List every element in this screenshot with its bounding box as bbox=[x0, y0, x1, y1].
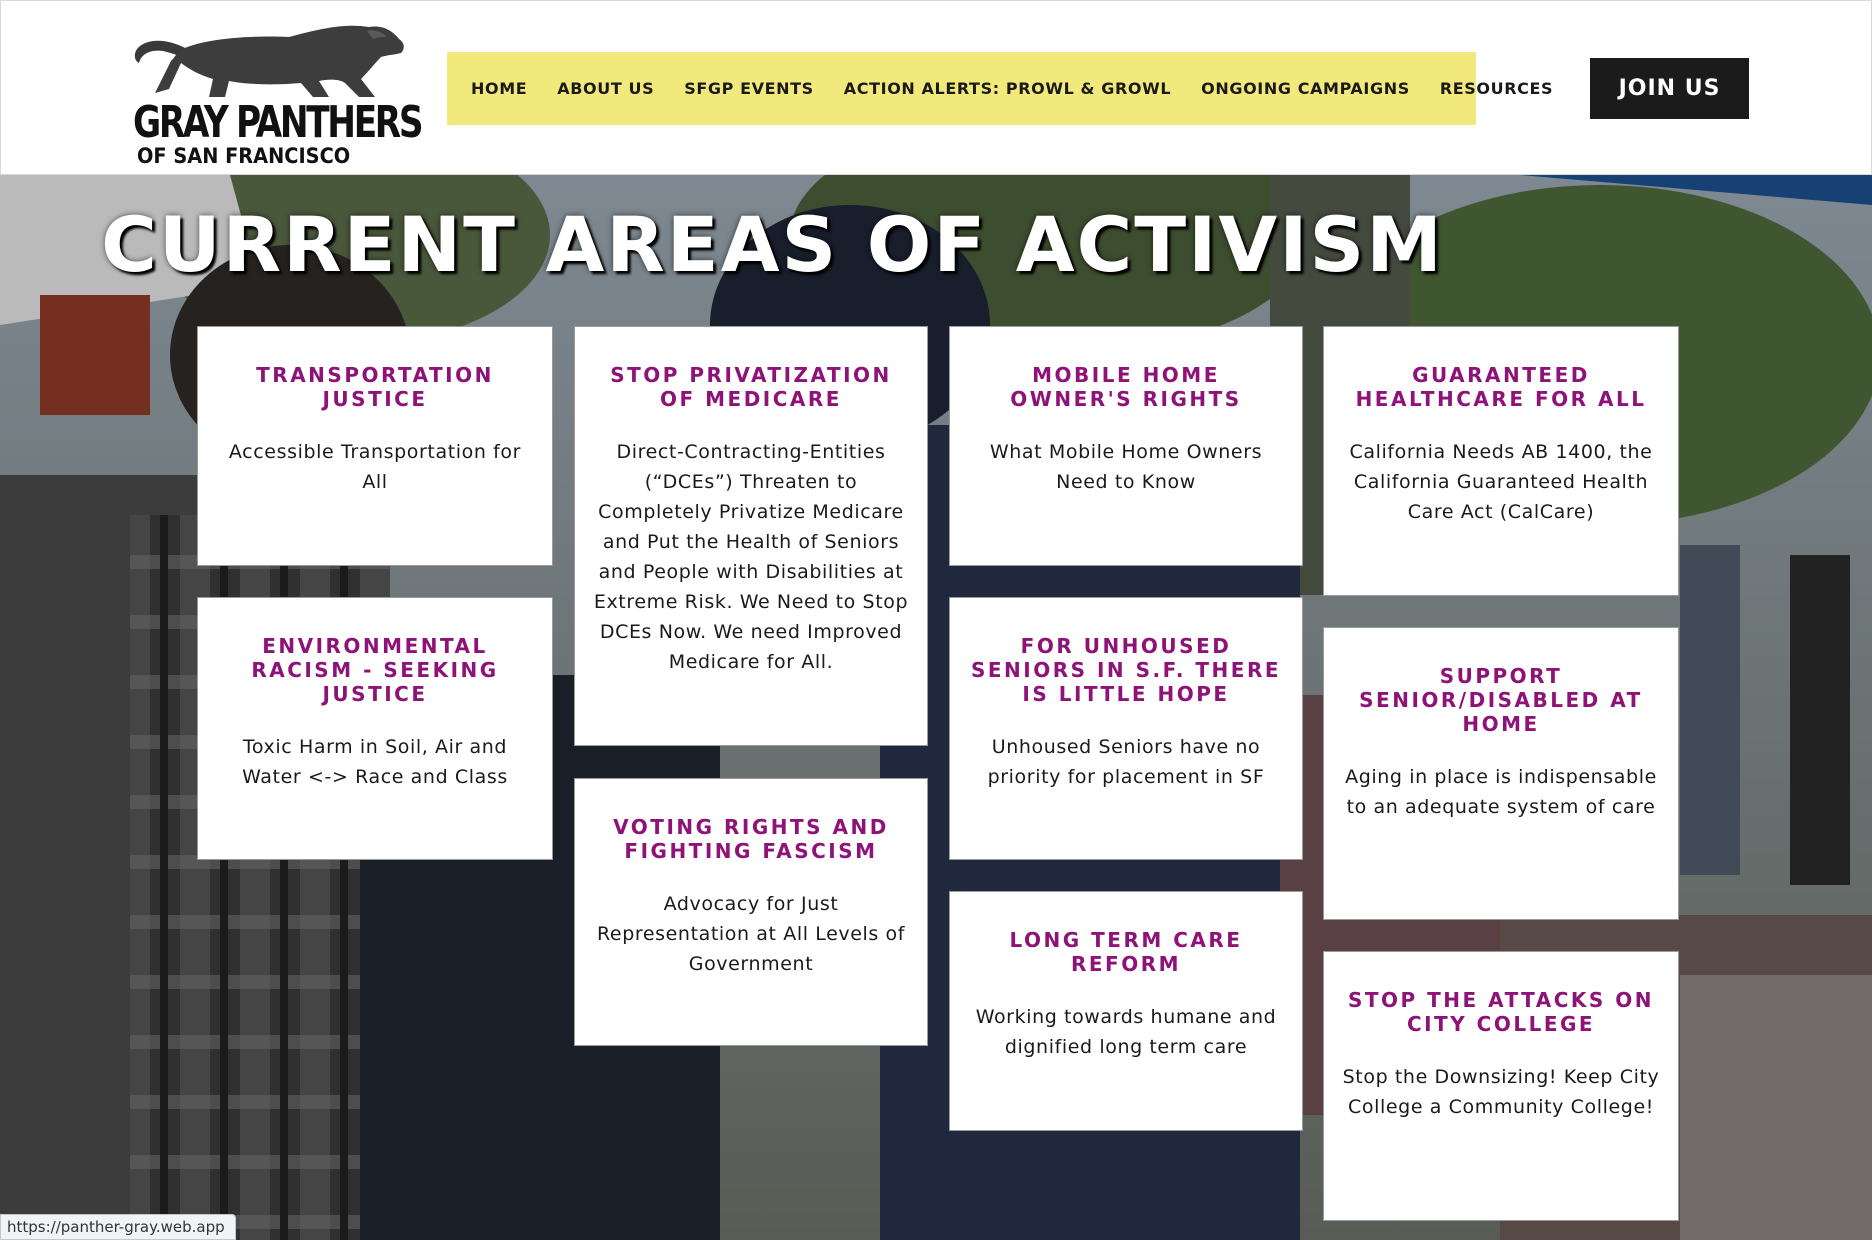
card-description: Unhoused Seniors have no priority for pl… bbox=[987, 736, 1265, 788]
nav-sfgp-events[interactable]: SFGP EVENTS bbox=[684, 79, 814, 98]
card-title: STOP PRIVATIZATION OF MEDICARE bbox=[610, 363, 892, 411]
card-description: Accessible Transportation for All bbox=[228, 441, 522, 493]
card-description: Working towards humane and dignified lon… bbox=[975, 1006, 1277, 1058]
nav-action-alerts[interactable]: ACTION ALERTS: PROWL & GROWL bbox=[844, 79, 1171, 98]
card-description: What Mobile Home Owners Need to Know bbox=[989, 441, 1263, 493]
card-environmental-racism[interactable]: ENVIRONMENTAL RACISM - SEEKING JUSTICE T… bbox=[197, 597, 553, 860]
card-mobile-home-rights[interactable]: MOBILE HOME OWNER'S RIGHTS What Mobile H… bbox=[949, 326, 1303, 566]
nav-about-us[interactable]: ABOUT US bbox=[557, 79, 654, 98]
nav-ongoing-campaigns[interactable]: ONGOING CAMPAIGNS bbox=[1201, 79, 1410, 98]
card-title: FOR UNHOUSED SENIORS IN S.F. THERE IS LI… bbox=[970, 634, 1282, 706]
card-title: MOBILE HOME OWNER'S RIGHTS bbox=[1010, 363, 1242, 411]
card-description: Toxic Harm in Soil, Air and Water <-> Ra… bbox=[242, 736, 508, 788]
card-voting-rights[interactable]: VOTING RIGHTS AND FIGHTING FASCISM Advoc… bbox=[574, 778, 928, 1046]
card-title: GUARANTEED HEALTHCARE FOR ALL bbox=[1355, 363, 1647, 411]
card-description: Aging in place is indispensable to an ad… bbox=[1345, 766, 1657, 818]
card-transportation-justice[interactable]: TRANSPORTATION JUSTICE Accessible Transp… bbox=[197, 326, 553, 566]
card-city-college[interactable]: STOP THE ATTACKS ON CITY COLLEGE Stop th… bbox=[1323, 951, 1679, 1221]
panther-icon bbox=[134, 25, 404, 97]
card-description: Stop the Downsizing! Keep City College a… bbox=[1342, 1066, 1660, 1118]
nav-resources[interactable]: RESOURCES bbox=[1440, 79, 1553, 98]
site-logo[interactable]: GRAY PANTHERS OF SAN FRANCISCO bbox=[129, 9, 424, 168]
card-unhoused-seniors[interactable]: FOR UNHOUSED SENIORS IN S.F. THERE IS LI… bbox=[949, 597, 1303, 860]
section-title: CURRENT AREAS OF ACTIVISM bbox=[101, 200, 1444, 289]
card-long-term-care[interactable]: LONG TERM CARE REFORM Working towards hu… bbox=[949, 891, 1303, 1131]
card-title: VOTING RIGHTS AND FIGHTING FASCISM bbox=[613, 815, 889, 863]
link-status-url: https://panther-gray.web.app bbox=[0, 1214, 236, 1240]
card-description: Direct-Contracting-Entities (“DCEs”) Thr… bbox=[593, 441, 909, 673]
main-nav: HOME ABOUT US SFGP EVENTS ACTION ALERTS:… bbox=[447, 52, 1553, 125]
card-title: STOP THE ATTACKS ON CITY COLLEGE bbox=[1347, 988, 1655, 1036]
card-title: SUPPORT SENIOR/DISABLED AT HOME bbox=[1359, 664, 1643, 736]
nav-home[interactable]: HOME bbox=[471, 79, 527, 98]
card-title: LONG TERM CARE REFORM bbox=[1009, 928, 1243, 976]
card-support-senior-disabled[interactable]: SUPPORT SENIOR/DISABLED AT HOME Aging in… bbox=[1323, 627, 1679, 920]
card-guaranteed-healthcare[interactable]: GUARANTEED HEALTHCARE FOR ALL California… bbox=[1323, 326, 1679, 596]
logo-subtitle: OF SAN FRANCISCO bbox=[137, 144, 351, 168]
card-title: TRANSPORTATION JUSTICE bbox=[256, 363, 494, 411]
card-description: California Needs AB 1400, the California… bbox=[1349, 441, 1653, 523]
join-us-button[interactable]: JOIN US bbox=[1590, 58, 1749, 119]
logo-title: GRAY PANTHERS bbox=[133, 97, 424, 148]
card-description: Advocacy for Just Representation at All … bbox=[596, 893, 906, 975]
card-stop-privatization-medicare[interactable]: STOP PRIVATIZATION OF MEDICARE Direct-Co… bbox=[574, 326, 928, 746]
site-header: GRAY PANTHERS OF SAN FRANCISCO HOME ABOU… bbox=[0, 0, 1872, 175]
card-title: ENVIRONMENTAL RACISM - SEEKING JUSTICE bbox=[251, 634, 499, 706]
